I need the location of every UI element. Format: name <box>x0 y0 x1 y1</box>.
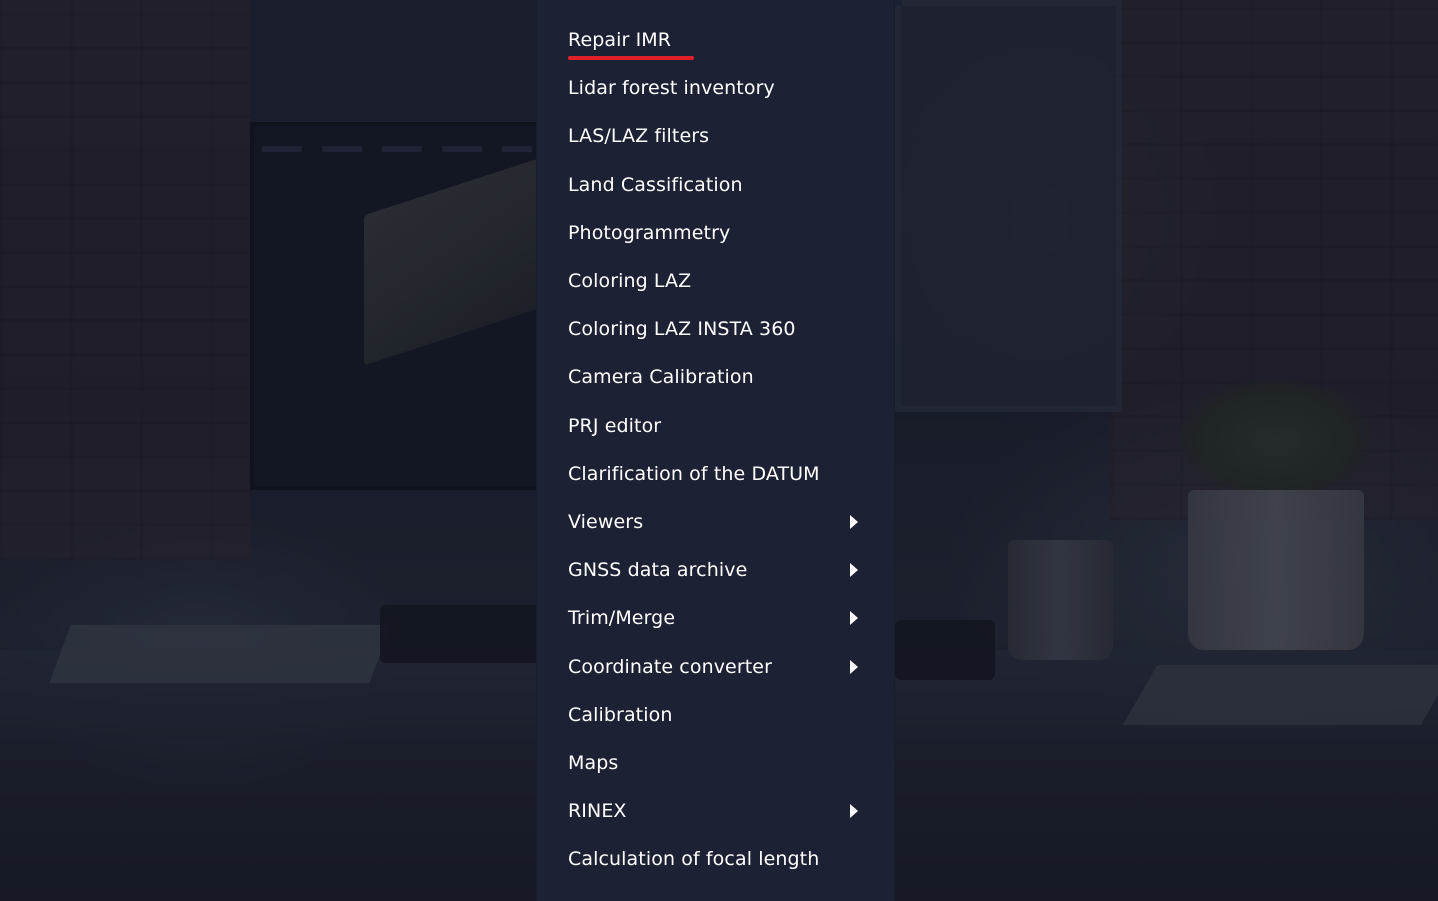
chevron-right-icon[interactable] <box>850 563 858 578</box>
menu-item-maps[interactable]: Maps <box>568 739 868 787</box>
menu-item-land-cassification[interactable]: Land Cassification <box>568 161 868 209</box>
menu-item-label: Photogrammetry <box>568 221 731 244</box>
active-item-underline <box>568 56 694 60</box>
menu-item-label: Coloring LAZ INSTA 360 <box>568 318 796 341</box>
menu-list: Repair IMR Lidar forest inventory LAS/LAZ … <box>568 16 868 883</box>
menu-item-rinex[interactable]: RINEX <box>568 787 868 835</box>
chevron-right-icon[interactable] <box>850 611 858 626</box>
menu-item-label: Camera Calibration <box>568 366 754 389</box>
menu-item-coloring-laz[interactable]: Coloring LAZ <box>568 257 868 305</box>
menu-item-label: Calibration <box>568 703 673 726</box>
page: Repair IMR Lidar forest inventory LAS/LAZ … <box>0 0 1438 901</box>
menu-item-calibration[interactable]: Calibration <box>568 691 868 739</box>
menu-item-label: Repair IMR <box>568 29 672 52</box>
menu-item-calculation-of-focal-length[interactable]: Calculation of focal length <box>568 835 868 883</box>
menu-item-label: Coloring LAZ <box>568 270 692 293</box>
menu-item-repair-imr[interactable]: Repair IMR <box>568 16 868 64</box>
menu-item-coloring-laz-insta-360[interactable]: Coloring LAZ INSTA 360 <box>568 305 868 353</box>
menu-item-las-laz-filters[interactable]: LAS/LAZ filters <box>568 112 868 160</box>
menu-item-photogrammetry[interactable]: Photogrammetry <box>568 209 868 257</box>
menu-item-label: Viewers <box>568 510 644 533</box>
menu-item-label: Lidar forest inventory <box>568 77 775 100</box>
menu-item-label: Trim/Merge <box>568 607 676 630</box>
menu-item-label: Clarification of the DATUM <box>568 462 820 485</box>
menu-item-label: RINEX <box>568 800 627 823</box>
menu-item-clarification-of-the-datum[interactable]: Clarification of the DATUM <box>568 450 868 498</box>
chevron-right-icon[interactable] <box>850 804 858 819</box>
menu-item-label: LAS/LAZ filters <box>568 125 710 148</box>
menu-item-label: Calculation of focal length <box>568 848 820 871</box>
menu-item-trim-merge[interactable]: Trim/Merge <box>568 594 868 642</box>
menu-item-viewers[interactable]: Viewers <box>568 498 868 546</box>
menu-item-coordinate-converter[interactable]: Coordinate converter <box>568 642 868 690</box>
menu-item-label: Land Cassification <box>568 173 743 196</box>
menu-item-label: Coordinate converter <box>568 655 773 678</box>
chevron-right-icon[interactable] <box>850 514 858 529</box>
menu-item-gnss-data-archive[interactable]: GNSS data archive <box>568 546 868 594</box>
menu-item-prj-editor[interactable]: PRJ editor <box>568 402 868 450</box>
menu-item-label: GNSS data archive <box>568 559 748 582</box>
menu-item-camera-calibration[interactable]: Camera Calibration <box>568 353 868 401</box>
menu-item-label: PRJ editor <box>568 414 662 437</box>
chevron-right-icon[interactable] <box>850 659 858 674</box>
menu-item-label: Maps <box>568 751 619 774</box>
dropdown-menu: Repair IMR Lidar forest inventory LAS/LAZ … <box>537 0 894 901</box>
menu-item-lidar-forest-inventory[interactable]: Lidar forest inventory <box>568 64 868 112</box>
